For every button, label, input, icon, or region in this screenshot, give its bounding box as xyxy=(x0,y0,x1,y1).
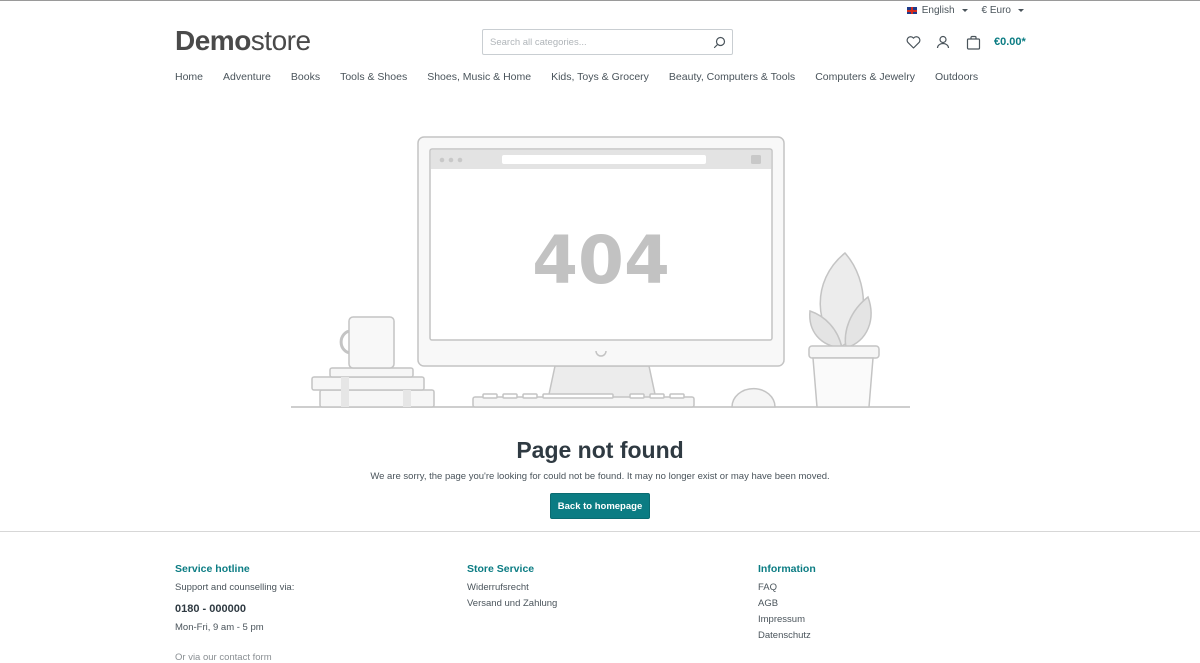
monitor-screen xyxy=(429,148,773,341)
error-message: We are sorry, the page you're looking fo… xyxy=(370,471,830,482)
footer-heading-hotline: Service hotline xyxy=(175,563,250,575)
nav-item-books[interactable]: Books xyxy=(291,71,320,83)
hotline-intro: Support and counselling via: xyxy=(175,582,295,593)
nav-item-outdoors[interactable]: Outdoors xyxy=(935,71,978,83)
power-button xyxy=(595,350,607,357)
caret-down-icon xyxy=(1018,9,1024,12)
footer-link-faq[interactable]: FAQ xyxy=(758,583,816,593)
page-title: Page not found xyxy=(516,437,684,463)
plant-leaf-left xyxy=(809,309,843,349)
back-to-homepage-button[interactable]: Back to homepage xyxy=(550,493,650,519)
monitor-frame xyxy=(417,136,785,367)
monitor-stand xyxy=(547,365,657,400)
footer-link-agb[interactable]: AGB xyxy=(758,599,816,609)
caret-down-icon xyxy=(961,9,968,12)
hotline-contact-form[interactable]: Or via our contact form xyxy=(175,653,294,663)
browser-bar xyxy=(431,150,771,169)
footer-store-service: Store Service Widerrufsrecht Versand und… xyxy=(467,563,557,615)
address-bar xyxy=(502,155,706,164)
search-icon[interactable] xyxy=(706,30,732,54)
book-top xyxy=(329,367,414,378)
footer-divider xyxy=(0,531,1200,532)
hotline-phone[interactable]: 0180 - 000000 xyxy=(175,603,294,615)
nav-item-beauty-computers-tools[interactable]: Beauty, Computers & Tools xyxy=(669,71,795,83)
logo-bold: Demo xyxy=(175,25,251,56)
heart-icon[interactable] xyxy=(898,31,928,53)
mouse xyxy=(731,387,776,408)
footer-link-widerrufsrecht[interactable]: Widerrufsrecht xyxy=(467,583,557,593)
keyboard xyxy=(472,396,695,408)
language-label: English xyxy=(921,5,955,16)
nav-item-computers-jewelry[interactable]: Computers & Jewelry xyxy=(815,71,915,83)
nav-item-kids-toys-grocery[interactable]: Kids, Toys & Grocery xyxy=(551,71,649,83)
footer-link-versand[interactable]: Versand und Zahlung xyxy=(467,599,557,609)
mug-handle xyxy=(339,329,352,355)
logo-light: store xyxy=(250,25,311,56)
footer-link-datenschutz[interactable]: Datenschutz xyxy=(758,631,816,641)
plant-leaf-center xyxy=(819,251,865,347)
mug xyxy=(348,316,395,369)
top-bar: English € Euro xyxy=(906,5,1024,16)
store-logo[interactable]: Demostore xyxy=(175,25,311,57)
pot-rim xyxy=(808,345,880,359)
book-middle xyxy=(311,376,425,391)
nav-item-adventure[interactable]: Adventure xyxy=(223,71,271,83)
currency-label: € Euro xyxy=(981,5,1011,16)
nav-item-tools-shoes[interactable]: Tools & Shoes xyxy=(340,71,407,83)
footer-information: Information FAQ AGB Impressum Datenschut… xyxy=(758,563,816,647)
hotline-hours: Mon-Fri, 9 am - 5 pm xyxy=(175,622,264,633)
footer-heading-store-service: Store Service xyxy=(467,563,535,575)
search-box xyxy=(482,29,733,55)
shopping-bag-icon[interactable] xyxy=(958,31,988,53)
footer-link-impressum[interactable]: Impressum xyxy=(758,615,816,625)
pot xyxy=(812,357,874,408)
cart-total[interactable]: €0.00* xyxy=(994,36,1026,48)
error-code: 404 xyxy=(532,222,670,299)
search-input[interactable] xyxy=(483,30,706,54)
plant-leaf-right xyxy=(844,295,872,349)
nav-item-home[interactable]: Home xyxy=(175,71,203,83)
footer-heading-information: Information xyxy=(758,563,816,575)
currency-dropdown[interactable]: € Euro xyxy=(982,5,1024,16)
header-actions: €0.00* xyxy=(898,31,1026,53)
user-icon[interactable] xyxy=(928,31,958,53)
footer-service-hotline: Service hotline Support and counselling … xyxy=(175,563,294,663)
language-dropdown[interactable]: English xyxy=(906,5,968,16)
nav-item-shoes-music-home[interactable]: Shoes, Music & Home xyxy=(427,71,531,83)
uk-flag-icon xyxy=(906,7,917,14)
book-bottom xyxy=(319,389,435,408)
main-navigation: Home Adventure Books Tools & Shoes Shoes… xyxy=(175,71,998,83)
